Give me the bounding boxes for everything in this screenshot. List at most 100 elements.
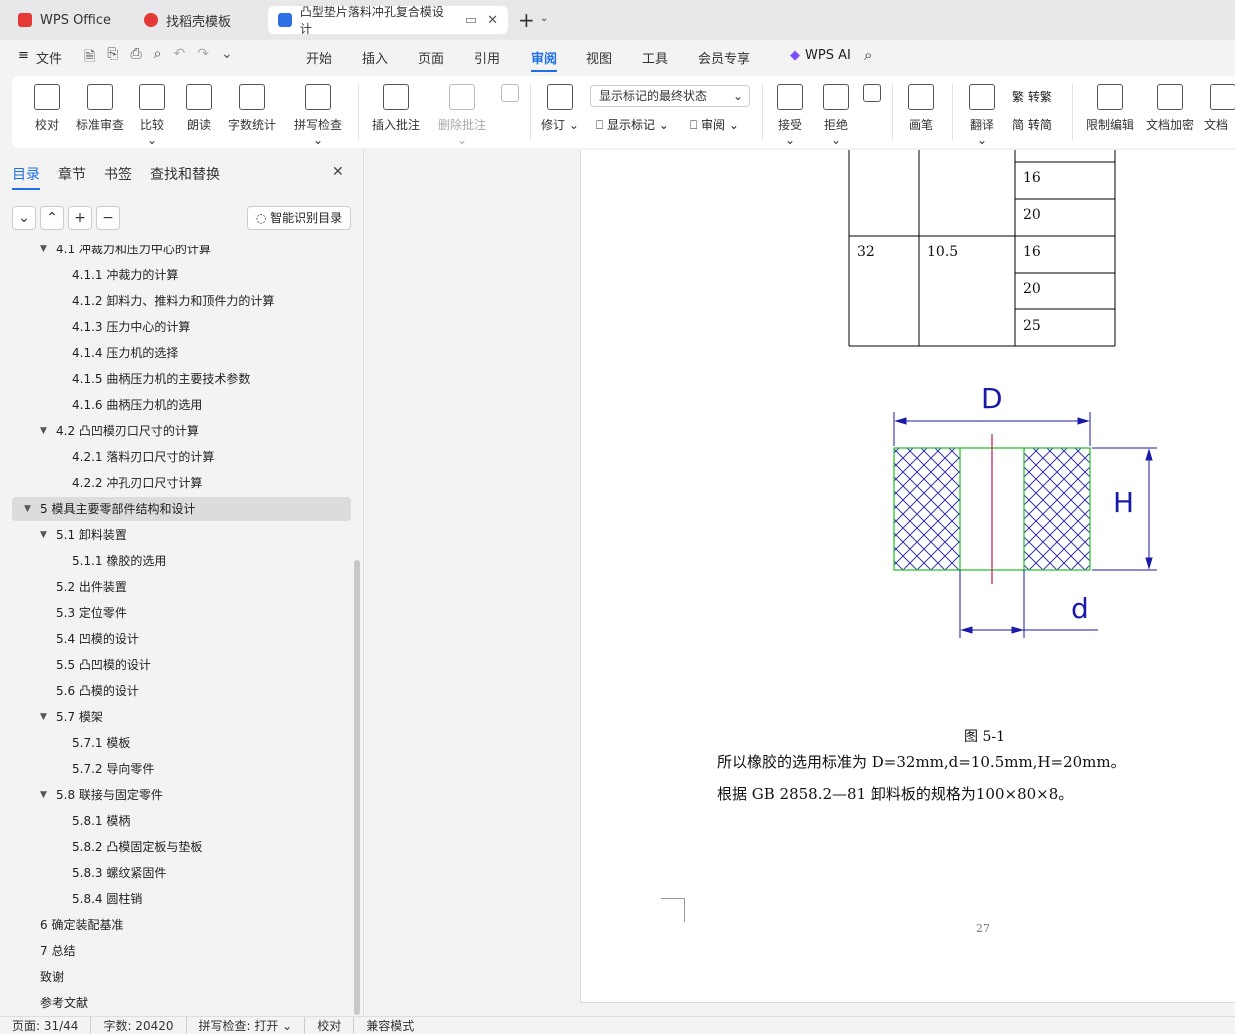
tab-sections[interactable]: 章节 [58,164,86,184]
expand-arrow-icon[interactable]: ▼ [40,245,47,261]
toc-item[interactable]: 5.4 凹模的设计 [56,627,139,651]
chevron-down-icon[interactable]: ⌄ [540,13,548,24]
pen-button[interactable]: 画笔 [906,84,936,133]
prev-change-button[interactable] [862,84,882,108]
expand-arrow-icon[interactable]: ▼ [40,523,47,547]
revise-button[interactable]: 修订 ⌄ [540,84,580,133]
document-page[interactable]: 16 20 32 10.5 16 20 25 D H d 图 5-1 所以橡胶的… [580,150,1235,1003]
tab-wps-office[interactable]: WPS Office [8,6,128,34]
hamburger-icon[interactable]: ≡ [18,48,29,63]
toc-item[interactable]: 4.1.4 压力机的选择 [72,341,178,365]
read-aloud-button[interactable]: 朗读 [184,84,214,133]
toc-item[interactable]: 5.7.1 模板 [72,731,130,755]
toc-item[interactable]: ▼ 5.8 联接与固定零件 [40,783,163,807]
toc-item[interactable]: ▼ 4.2 凸凹模刃口尺寸的计算 [40,419,199,443]
toc-item[interactable]: 5.8.1 模柄 [72,809,130,833]
reject-button[interactable]: 拒绝 ⌄ [818,84,854,147]
accept-button[interactable]: 接受 ⌄ [772,84,808,147]
expand-arrow-icon[interactable]: ▼ [24,497,31,521]
show-marks-button[interactable]: ⎕ 显示标记 ⌄ [596,116,669,133]
toc-item[interactable]: 5.3 定位零件 [56,601,127,625]
menu-insert[interactable]: 插入 [362,48,388,67]
tab-templates[interactable]: 找稻壳模板 [134,6,264,34]
restrict-edit-button[interactable]: 限制编辑 [1084,84,1136,133]
standard-review-button[interactable]: 标准审查 [74,84,126,133]
remove-heading-icon[interactable]: − [96,206,120,230]
toc-item[interactable]: 参考文献 [40,991,88,1015]
window-icon[interactable]: ▭ [465,13,477,28]
delete-comment-button[interactable]: 删除批注 ⌄ [432,84,492,147]
toc-item[interactable]: ▼ 5.7 模架 [40,705,103,729]
smart-toc-button[interactable]: ◌ 智能识别目录 [247,206,351,230]
spell-check-indicator[interactable]: 拼写检查: 打开 ⌄ [187,1017,306,1034]
menu-home[interactable]: 开始 [306,48,332,67]
toc-item[interactable]: 4.1.1 冲裁力的计算 [72,263,178,287]
toc-item[interactable]: 5.8.2 凸模固定板与垫板 [72,835,202,859]
toc-item[interactable]: 4.1.3 压力中心的计算 [72,315,190,339]
new-tab-icon[interactable]: + [518,8,535,32]
menu-page[interactable]: 页面 [418,48,444,67]
toc-item[interactable]: ▼ 4.1 冲裁力和压力中心的计算 [40,245,211,261]
print-preview-icon[interactable]: ⌕ [154,46,162,70]
insert-comment-button[interactable]: 插入批注 [370,84,422,133]
word-count-button[interactable]: 字数统计 [226,84,278,133]
prev-comment-button[interactable] [500,84,520,108]
collapse-up-icon[interactable]: ⌃ [40,206,64,230]
translate-button[interactable]: 翻译 ⌄ [964,84,1000,147]
toc-item[interactable]: 致谢 [40,965,64,989]
toc-item[interactable]: 4.2.1 落料刃口尺寸的计算 [72,445,214,469]
toc-scrollbar[interactable] [354,560,360,1015]
toc-item[interactable]: 4.1.2 卸料力、推料力和顶件力的计算 [72,289,274,313]
tab-find-replace[interactable]: 查找和替换 [150,164,220,184]
close-pane-icon[interactable]: ✕ [332,164,344,180]
tab-document[interactable]: 凸型垫片落料冲孔复合模设计 ▭ ✕ [268,5,508,36]
add-heading-icon[interactable]: + [68,206,92,230]
expand-down-icon[interactable]: ⌄ [12,206,36,230]
menu-tools[interactable]: 工具 [642,48,668,67]
redo-icon[interactable]: ↷ [197,46,209,70]
close-tab-icon[interactable]: ✕ [487,13,498,28]
to-traditional-button[interactable]: 繁 转繁 [1012,88,1052,105]
proofread-button[interactable]: 校对 [32,84,62,133]
toc-item[interactable]: 5.8.4 圆柱销 [72,887,142,911]
spell-check-button[interactable]: 拼写检查 ⌄ [288,84,348,147]
doc-encrypt-button[interactable]: 文档加密 [1144,84,1196,133]
toc-item[interactable]: 4.2.2 冲孔刃口尺寸计算 [72,471,202,495]
menu-file[interactable]: 文件 [36,48,62,67]
print-icon[interactable]: ⎙ [130,46,141,70]
wps-ai-button[interactable]: ◆ WPS AI [790,48,851,63]
search-icon[interactable]: ⌕ [864,46,872,64]
toc-item[interactable]: 5.8.3 螺纹紧固件 [72,861,166,885]
toc-item[interactable]: 7 总结 [40,939,75,963]
toc-item[interactable]: 5.5 凸凹模的设计 [56,653,151,677]
toc-item[interactable]: 5.1.1 橡胶的选用 [72,549,166,573]
expand-arrow-icon[interactable]: ▼ [40,705,47,729]
expand-arrow-icon[interactable]: ▼ [40,783,47,807]
toc-item[interactable]: 4.1.6 曲柄压力机的选用 [72,393,202,417]
undo-icon[interactable]: ↶ [174,46,186,70]
to-simplified-button[interactable]: 简 转简 [1012,116,1052,133]
toc-item[interactable]: 5.2 出件装置 [56,575,127,599]
export-icon[interactable]: ⎘ [107,46,118,70]
page-indicator[interactable]: 页面: 31/44 [0,1017,92,1034]
tab-bookmarks[interactable]: 书签 [104,164,132,184]
toc-item[interactable]: 5.7.2 导向零件 [72,757,154,781]
tab-toc[interactable]: 目录 [12,164,40,190]
expand-arrow-icon[interactable]: ▼ [40,419,47,443]
menu-review[interactable]: 审阅 [531,48,558,72]
menu-membership[interactable]: 会员专享 [698,48,750,67]
more-icon[interactable]: ⌄ [221,46,233,70]
doc-more-button[interactable]: 文档 [1204,84,1235,133]
menu-references[interactable]: 引用 [474,48,500,67]
save-icon[interactable]: 🗎 [84,46,95,70]
toc-item[interactable]: 5.6 凸模的设计 [56,679,139,703]
toc-item[interactable]: ▼ 5 模具主要零部件结构和设计 [24,497,195,521]
toc-item[interactable]: 6 确定装配基准 [40,913,123,937]
proofread-indicator[interactable]: 校对 [305,1017,355,1034]
compare-button[interactable]: 比较 ⌄ [134,84,170,147]
markup-display-select[interactable]: 显示标记的最终状态 ⌄ [590,85,750,107]
review-pane-button[interactable]: ⎕ 审阅 ⌄ [690,116,739,133]
menu-view[interactable]: 视图 [586,48,612,67]
toc-item[interactable]: 4.1.5 曲柄压力机的主要技术参数 [72,367,250,391]
word-count-indicator[interactable]: 字数: 20420 [91,1017,187,1034]
